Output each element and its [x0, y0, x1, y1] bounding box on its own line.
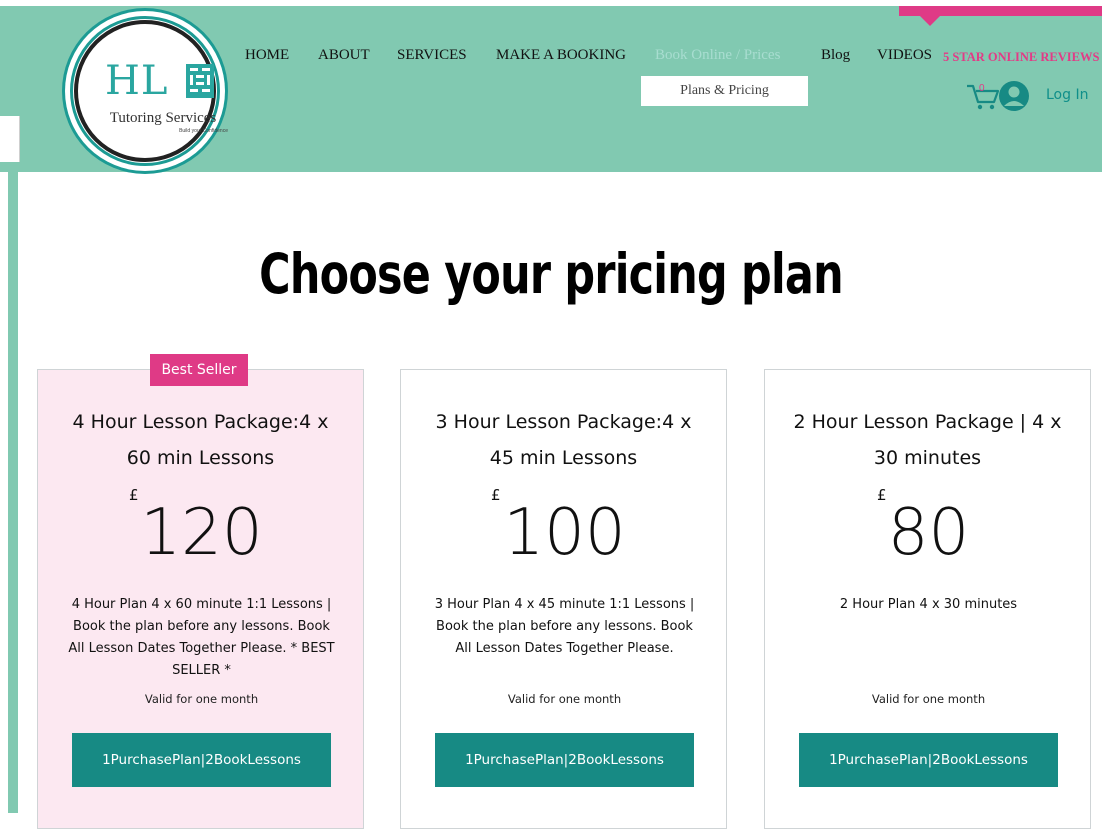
plan-price: 120 [140, 496, 263, 570]
logo-initials: HL [105, 58, 169, 104]
page-title: Choose your pricing plan [259, 242, 843, 306]
logo-tagline: Build your Confidence [179, 128, 228, 134]
nav-blog[interactable]: Blog [821, 46, 850, 64]
plan-title: 2 Hour Lesson Package | 4 x 30 minutes [793, 411, 1062, 469]
reviews-pointer-icon [920, 16, 940, 26]
login-link[interactable]: Log In [1046, 87, 1088, 103]
left-accent-rail [8, 172, 18, 813]
plan-description: 3 Hour Plan 4 x 45 minute 1:1 Lessons | … [434, 597, 695, 656]
plan-title: 3 Hour Lesson Package:4 x 45 min Lessons [435, 411, 692, 469]
plan-description: 4 Hour Plan 4 x 60 minute 1:1 Lessons | … [68, 597, 335, 678]
nav-make-a-booking[interactable]: MAKE A BOOKING [496, 46, 626, 64]
nav-services[interactable]: SERVICES [397, 46, 467, 64]
reviews-highlight-bar [899, 6, 1102, 16]
plan-price: 100 [503, 496, 626, 570]
plan-title: 4 Hour Lesson Package:4 x 60 min Lessons [72, 411, 329, 469]
logo-name: Tutoring Services [109, 110, 217, 126]
site-logo[interactable]: HL Tutoring Services Build your Confiden… [62, 8, 228, 174]
nav-about[interactable]: ABOUT [318, 46, 370, 64]
plan-validity: Valid for one month [507, 692, 622, 706]
side-tab[interactable] [0, 116, 20, 162]
plan-validity: Valid for one month [871, 692, 986, 706]
cart-count-badge: 0 [979, 83, 985, 94]
plan-price: 80 [887, 496, 970, 570]
purchase-plan-button[interactable]: 1PurchasePlan|2BookLessons [72, 733, 331, 787]
plan-card-4-hour: 4 Hour Lesson Package:4 x 60 min Lessons… [37, 369, 364, 829]
best-seller-badge: Best Seller [150, 354, 248, 386]
nav-videos[interactable]: VIDEOS [877, 46, 932, 64]
plan-card-2-hour: 2 Hour Lesson Package | 4 x 30 minutes £… [764, 369, 1091, 829]
plan-card-3-hour: 3 Hour Lesson Package:4 x 45 min Lessons… [400, 369, 727, 829]
dropdown-plans-pricing[interactable]: Plans & Pricing [641, 76, 808, 106]
user-avatar-icon[interactable] [998, 80, 1030, 112]
plan-validity: Valid for one month [144, 692, 259, 706]
logo-inner-circle: HL Tutoring Services Build your Confiden… [74, 20, 228, 162]
purchase-plan-button[interactable]: 1PurchasePlan|2BookLessons [435, 733, 694, 787]
purchase-plan-button[interactable]: 1PurchasePlan|2BookLessons [799, 733, 1058, 787]
nav-5-star-reviews[interactable]: 5 STAR ONLINE REVIEWS [943, 48, 1099, 66]
plan-description: 2 Hour Plan 4 x 30 minutes [839, 597, 1018, 612]
logo-maze-icon [186, 64, 214, 98]
nav-book-online-prices[interactable]: Book Online / Prices [655, 46, 780, 64]
nav-home[interactable]: HOME [245, 46, 289, 64]
logo-outer-ring: HL Tutoring Services Build your Confiden… [65, 11, 228, 171]
